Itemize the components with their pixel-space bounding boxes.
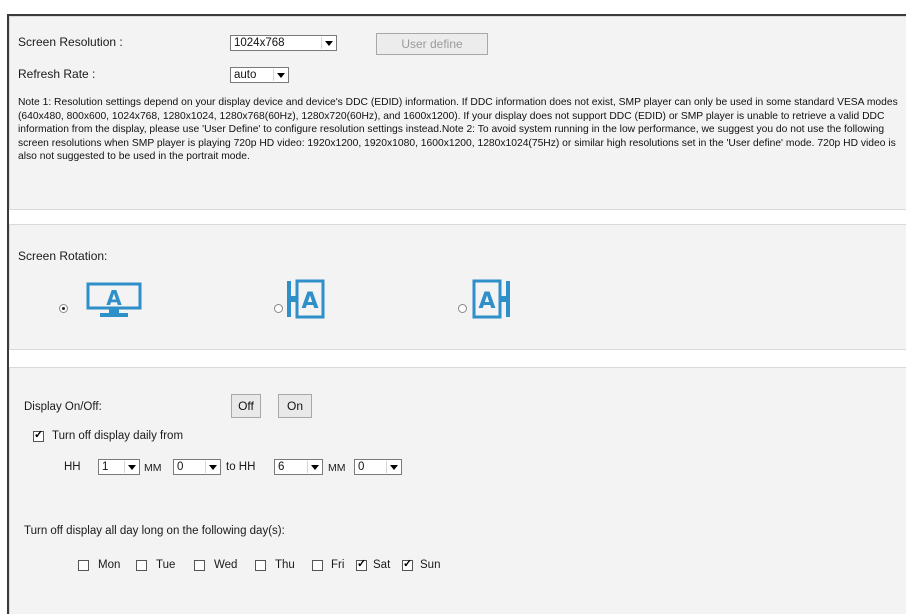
display-onoff-label: Display On/Off: bbox=[24, 401, 102, 413]
day-checkbox-sun[interactable] bbox=[402, 557, 413, 571]
rotation-radio-landscape[interactable] bbox=[59, 304, 68, 313]
chevron-down-icon bbox=[386, 461, 400, 473]
user-define-button[interactable]: User define bbox=[376, 33, 488, 55]
to-mm-label: MM bbox=[328, 462, 346, 474]
day-checkbox-wed[interactable] bbox=[194, 560, 205, 571]
day-checkbox-thu[interactable] bbox=[255, 560, 266, 571]
refresh-rate-select[interactable]: auto bbox=[230, 67, 289, 83]
day-label-wed: Wed bbox=[214, 559, 238, 571]
to-hh-select[interactable]: 6 bbox=[274, 459, 323, 475]
to-mm-value: 0 bbox=[358, 461, 365, 473]
chevron-down-icon bbox=[307, 461, 321, 473]
day-checkbox-sat[interactable] bbox=[356, 557, 367, 571]
to-hh-label: to HH bbox=[226, 461, 256, 473]
display-panel: Display On/Off: Off On Turn off display … bbox=[9, 367, 906, 614]
screen-resolution-label: Screen Resolution : bbox=[18, 35, 123, 49]
rotation-radio-left[interactable] bbox=[274, 304, 283, 313]
day-label-fri: Fri bbox=[331, 559, 345, 571]
day-label-tue: Tue bbox=[156, 559, 176, 571]
day-label-sat: Sat bbox=[373, 559, 391, 571]
chevron-down-icon bbox=[124, 461, 138, 473]
resolution-note: Note 1: Resolution settings depend on yo… bbox=[18, 97, 898, 163]
to-hh-value: 6 bbox=[278, 461, 285, 473]
daily-off-label: Turn off display daily from bbox=[52, 430, 184, 442]
rotation-radio-right[interactable] bbox=[458, 304, 467, 313]
from-hh-select[interactable]: 1 bbox=[98, 459, 140, 475]
resolution-panel: Screen Resolution : 1024x768 User define… bbox=[9, 16, 906, 210]
from-mm-select[interactable]: 0 bbox=[173, 459, 221, 475]
day-checkbox-fri[interactable] bbox=[312, 560, 323, 571]
chevron-down-icon bbox=[205, 461, 219, 473]
day-label-sun: Sun bbox=[420, 559, 441, 571]
day-checkbox-tue[interactable] bbox=[136, 560, 147, 571]
refresh-rate-select-value: auto bbox=[234, 69, 257, 81]
screen-rotation-label: Screen Rotation: bbox=[18, 249, 108, 263]
rotation-panel: Screen Rotation: A A A bbox=[9, 224, 906, 350]
day-checkbox-mon[interactable] bbox=[78, 560, 89, 571]
svg-text:A: A bbox=[478, 289, 495, 314]
chevron-down-icon bbox=[273, 69, 287, 81]
svg-text:A: A bbox=[106, 286, 122, 310]
daily-off-checkbox[interactable] bbox=[33, 428, 44, 442]
refresh-rate-label: Refresh Rate : bbox=[18, 67, 96, 81]
resolution-select[interactable]: 1024x768 bbox=[230, 35, 337, 51]
display-on-button[interactable]: On bbox=[278, 394, 312, 418]
from-hh-value: 1 bbox=[102, 461, 109, 473]
portrait-rotate-right-icon[interactable]: A bbox=[472, 278, 520, 323]
landscape-monitor-icon[interactable]: A bbox=[85, 282, 143, 323]
display-off-button[interactable]: Off bbox=[231, 394, 261, 418]
day-label-mon: Mon bbox=[98, 559, 121, 571]
day-label-thu: Thu bbox=[275, 559, 295, 571]
chevron-down-icon bbox=[321, 37, 335, 49]
to-mm-select[interactable]: 0 bbox=[354, 459, 402, 475]
portrait-rotate-left-icon[interactable]: A bbox=[287, 278, 335, 323]
from-mm-value: 0 bbox=[177, 461, 184, 473]
from-hh-label: HH bbox=[64, 461, 81, 473]
from-mm-label: MM bbox=[144, 462, 162, 474]
resolution-select-value: 1024x768 bbox=[234, 37, 285, 49]
svg-text:A: A bbox=[301, 289, 318, 314]
days-off-label: Turn off display all day long on the fol… bbox=[24, 525, 285, 537]
